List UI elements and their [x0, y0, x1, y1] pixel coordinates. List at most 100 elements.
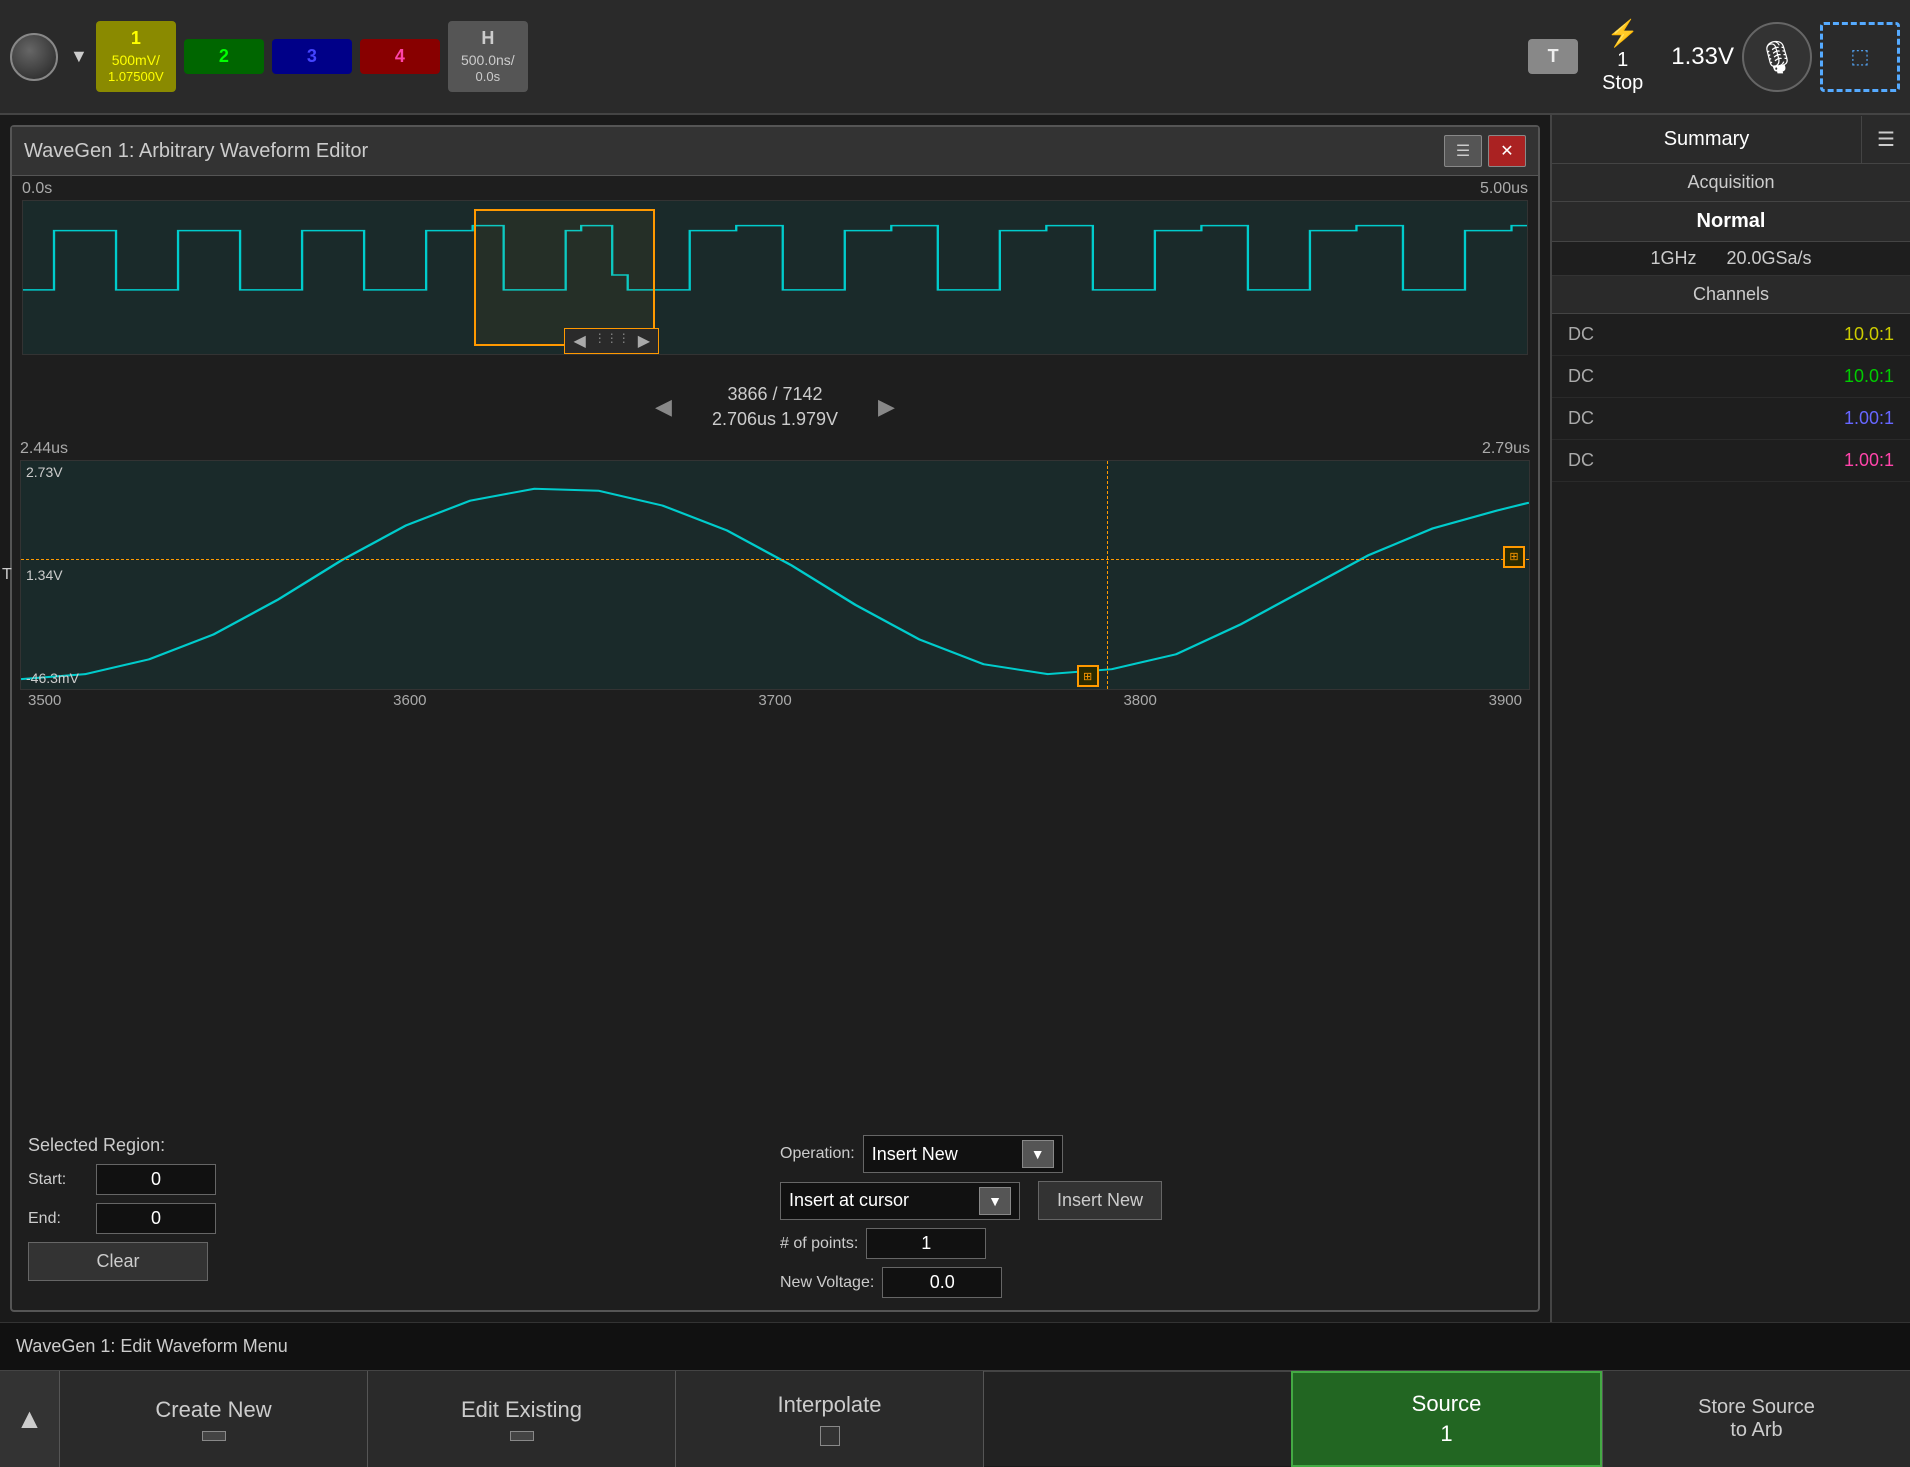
detail-time-row: 2.44us 2.79us	[12, 438, 1538, 460]
ch1-coupling: DC	[1568, 324, 1594, 345]
ch4-coupling: DC	[1568, 450, 1594, 471]
operation-row: Operation: Insert New ▼	[780, 1135, 1522, 1173]
channels-header: Channels	[1552, 276, 1910, 314]
x-label-0: 3500	[28, 692, 61, 709]
trigger-voltage: 1.33V	[1671, 43, 1734, 71]
interpolate-label: Interpolate	[778, 1392, 882, 1418]
stop-label[interactable]: Stop	[1602, 72, 1643, 95]
detail-canvas[interactable]: ⊞ ⊞	[20, 460, 1530, 690]
acq-sps: 20.0GSa/s	[1726, 248, 1811, 269]
menu-icon: ☰	[1456, 141, 1470, 161]
channel-row-2: DC 10.0:1	[1552, 356, 1910, 398]
main-content: WaveGen 1: Arbitrary Waveform Editor ☰ ✕…	[0, 115, 1910, 1322]
h-top: 500.0ns/	[461, 51, 515, 69]
overview-canvas[interactable]: ◀ ⋮⋮⋮ ▶	[22, 200, 1528, 355]
selection-icon: ⬚	[1851, 44, 1870, 69]
ch4-button[interactable]: 4	[360, 39, 440, 74]
insert-new-button[interactable]: Insert New	[1038, 1181, 1162, 1220]
trigger-stop-section: ⚡ 1 Stop	[1586, 12, 1659, 101]
insert-position-row: Insert at cursor ▼ Insert New	[780, 1181, 1522, 1220]
ch3-button[interactable]: 3	[272, 39, 352, 74]
trigger-button[interactable]: T	[1528, 39, 1578, 74]
ch4-label: 4	[395, 45, 405, 68]
t-marker: T	[2, 566, 12, 584]
panel-header-buttons: ☰ ✕	[1444, 135, 1526, 167]
ch4-ratio: 1.00:1	[1844, 450, 1894, 471]
ch-knob-arrow[interactable]: ▼	[70, 46, 88, 67]
end-input[interactable]	[96, 1203, 216, 1234]
insert-position-value: Insert at cursor	[789, 1190, 909, 1211]
detail-right-marker[interactable]: ⊞	[1503, 546, 1525, 568]
interpolate-checkbox[interactable]	[820, 1426, 840, 1446]
overview-selection-box[interactable]	[474, 209, 654, 347]
create-new-button[interactable]: Create New	[60, 1371, 368, 1467]
store-label: Store Source to Arb	[1698, 1396, 1815, 1442]
detail-bottom-marker[interactable]: ⊞	[1077, 665, 1099, 687]
mic-button[interactable]: 🎙	[1742, 22, 1812, 92]
detail-waveform-svg	[21, 461, 1529, 689]
top-toolbar: ▼ 1 500mV/ 1.07500V 2 3 4 H 500.0ns/ 0.0…	[0, 0, 1910, 115]
overview-section: 0.0s 5.00us ◀ ⋮⋮⋮ ▶	[12, 176, 1538, 376]
marker-grid-icon: ⊞	[1505, 548, 1523, 566]
panel-close-button[interactable]: ✕	[1488, 135, 1526, 167]
overview-nav-left[interactable]: ◀	[573, 331, 585, 351]
detail-x-labels: 3500 3600 3700 3800 3900	[20, 690, 1530, 711]
end-row: End:	[28, 1203, 770, 1234]
status-bar: WaveGen 1: Edit Waveform Menu	[0, 1322, 1910, 1370]
voltage-label: New Voltage:	[780, 1274, 874, 1292]
operation-label: Operation:	[780, 1145, 855, 1163]
left-controls: Selected Region: Start: End: Clear	[28, 1135, 770, 1298]
mic-icon: 🎙	[1757, 38, 1798, 76]
create-new-label: Create New	[155, 1397, 271, 1423]
edit-existing-arrow-icon	[510, 1431, 534, 1441]
acq-hz: 1GHz	[1650, 248, 1696, 269]
voltage-row: New Voltage:	[780, 1267, 1522, 1298]
points-label: # of points:	[780, 1235, 858, 1253]
panel-menu-button[interactable]: ☰	[1444, 135, 1482, 167]
voltage-input[interactable]	[882, 1267, 1002, 1298]
store-source-button[interactable]: Store Source to Arb	[1602, 1371, 1910, 1467]
detail-nav-right[interactable]: ▶	[878, 394, 895, 420]
ch1-label: 1	[131, 27, 141, 50]
ch-knob[interactable]	[10, 33, 58, 81]
operation-dropdown-arrow[interactable]: ▼	[1022, 1140, 1054, 1168]
overview-nav-right[interactable]: ▶	[638, 331, 650, 351]
h-button[interactable]: H 500.0ns/ 0.0s	[448, 21, 528, 91]
start-input[interactable]	[96, 1164, 216, 1195]
h-bottom: 0.0s	[476, 69, 501, 86]
detail-canvas-container: T ⊞	[20, 460, 1530, 690]
summary-list-icon[interactable]: ☰	[1862, 115, 1910, 163]
status-text: WaveGen 1: Edit Waveform Menu	[16, 1336, 288, 1357]
acquisition-info: 1GHz 20.0GSa/s	[1552, 242, 1910, 276]
detail-nav: ◀ 3866 / 7142 2.706us 1.979V ▶	[12, 376, 1538, 438]
ch1-button[interactable]: 1 500mV/ 1.07500V	[96, 21, 176, 91]
overview-nav-controls: ◀ ⋮⋮⋮ ▶	[564, 328, 659, 354]
overview-nav-dots: ⋮⋮⋮	[594, 331, 630, 351]
edit-existing-button[interactable]: Edit Existing	[368, 1371, 676, 1467]
detail-nav-left[interactable]: ◀	[655, 394, 672, 420]
source-button[interactable]: Source 1	[1291, 1371, 1602, 1467]
bottom-marker-grid-icon: ⊞	[1079, 667, 1097, 685]
interpolate-button[interactable]: Interpolate	[676, 1371, 984, 1467]
clear-button[interactable]: Clear	[28, 1242, 208, 1281]
right-controls: Operation: Insert New ▼ Insert at cursor…	[780, 1135, 1522, 1298]
insert-position-arrow[interactable]: ▼	[979, 1187, 1011, 1215]
detail-section: T ⊞	[20, 460, 1530, 1123]
insert-position-dropdown[interactable]: Insert at cursor ▼	[780, 1182, 1020, 1220]
ch2-coupling: DC	[1568, 366, 1594, 387]
trigger-num: 1	[1617, 49, 1628, 72]
summary-tab[interactable]: Summary	[1552, 116, 1862, 163]
panel-header: WaveGen 1: Arbitrary Waveform Editor ☰ ✕	[12, 127, 1538, 176]
summary-header: Summary ☰	[1552, 115, 1910, 164]
selection-button[interactable]: ⬚	[1820, 22, 1900, 92]
ch2-button[interactable]: 2	[184, 39, 264, 74]
overview-waveform	[23, 201, 1527, 354]
detail-nav-line2: 2.706us 1.979V	[712, 407, 838, 432]
ch3-ratio: 1.00:1	[1844, 408, 1894, 429]
points-input[interactable]	[866, 1228, 986, 1259]
operation-dropdown[interactable]: Insert New ▼	[863, 1135, 1063, 1173]
bottom-toolbar: ▲ Create New Edit Existing Interpolate S…	[0, 1370, 1910, 1466]
up-arrow-button[interactable]: ▲	[0, 1371, 60, 1467]
create-new-arrows	[202, 1431, 226, 1441]
source-label: Source	[1412, 1391, 1482, 1417]
